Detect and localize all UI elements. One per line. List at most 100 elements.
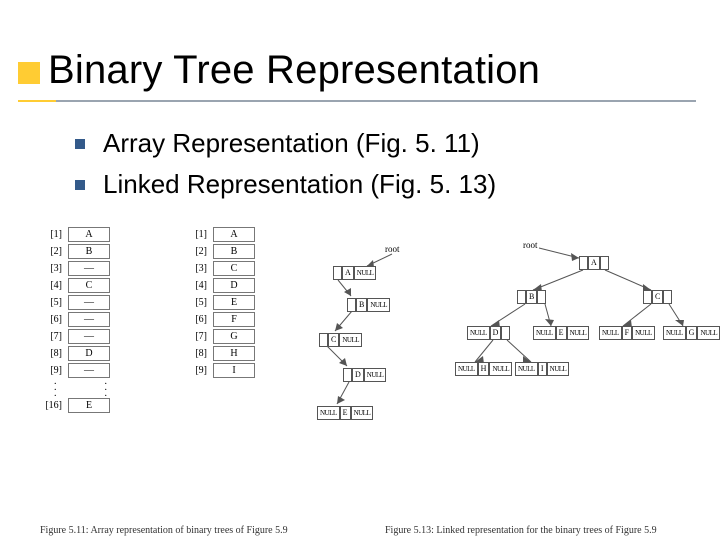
node-right-null: NULL [364, 368, 387, 382]
node-left-null: NULL [467, 326, 490, 340]
array-index: [9] [40, 365, 68, 376]
linked-node: C [643, 290, 672, 304]
array-cell: B [68, 244, 110, 259]
array-index: [3] [185, 263, 213, 274]
array-row: [3]— [40, 260, 110, 277]
bullet-item: Linked Representation (Fig. 5. 13) [75, 169, 496, 200]
title-accent [18, 62, 40, 84]
slide-title: Binary Tree Representation [48, 48, 540, 93]
node-left-null: NULL [533, 326, 556, 340]
linked-node: NULL I NULL [515, 362, 569, 376]
array-row: [7]— [40, 328, 110, 345]
node-left-ptr [343, 368, 352, 382]
node-value: E [556, 326, 567, 340]
node-left-ptr [579, 256, 588, 270]
node-right-null: NULL [351, 406, 374, 420]
node-right-ptr [600, 256, 609, 270]
node-right-null: NULL [339, 333, 362, 347]
node-value: G [686, 326, 698, 340]
node-left-ptr [643, 290, 652, 304]
array-row: [9]— [40, 362, 110, 379]
node-left-ptr [333, 266, 342, 280]
array-row: [4]D [185, 277, 255, 294]
node-left-null: NULL [455, 362, 478, 376]
title-underline [18, 100, 696, 102]
node-left-ptr [347, 298, 356, 312]
node-left-null: NULL [515, 362, 538, 376]
array-row: [7]G [185, 328, 255, 345]
array-index: [16] [40, 400, 68, 411]
array-ellipsis: ... [57, 379, 108, 397]
array-index: [6] [185, 314, 213, 325]
array-row: [16]E [40, 397, 110, 414]
node-right-null: NULL [367, 298, 390, 312]
linked-node: NULL D [467, 326, 510, 340]
node-value: A [588, 256, 600, 270]
node-value: D [490, 326, 502, 340]
array-row: [5]— [40, 294, 110, 311]
bullet-text: Array Representation (Fig. 5. 11) [103, 128, 480, 159]
node-right-ptr [537, 290, 546, 304]
array-index: [2] [185, 246, 213, 257]
array-index: [1] [185, 229, 213, 240]
figure-caption-right: Figure 5.13: Linked representation for t… [385, 525, 657, 536]
linked-node: NULL E NULL [533, 326, 589, 340]
node-value: H [478, 362, 490, 376]
array-cell: H [213, 346, 255, 361]
array-row: [8]H [185, 345, 255, 362]
linked-node: C NULL [319, 333, 362, 347]
linked-node: B NULL [347, 298, 390, 312]
node-value: B [356, 298, 367, 312]
array-cell: B [213, 244, 255, 259]
array-cell: A [68, 227, 110, 242]
array-cell: — [68, 363, 110, 378]
node-value: F [622, 326, 632, 340]
node-right-null: NULL [354, 266, 377, 280]
array-cell: — [68, 312, 110, 327]
node-left-null: NULL [599, 326, 622, 340]
array-index: [1] [40, 229, 68, 240]
node-right-null: NULL [697, 326, 720, 340]
array-index: [5] [40, 297, 68, 308]
array-index: [9] [185, 365, 213, 376]
node-value: B [526, 290, 537, 304]
array-cell: I [213, 363, 255, 378]
node-right-ptr [663, 290, 672, 304]
node-value: C [328, 333, 339, 347]
linked-node: D NULL [343, 368, 386, 382]
array-ellipsis: ... [40, 379, 57, 397]
array-cell: — [68, 329, 110, 344]
array-cell: — [68, 295, 110, 310]
array-row: [9]I [185, 362, 255, 379]
array-row: [6]F [185, 311, 255, 328]
bullet-icon [75, 180, 85, 190]
array-cell: F [213, 312, 255, 327]
bullet-list: Array Representation (Fig. 5. 11) Linked… [75, 128, 496, 210]
array-row: [5]E [185, 294, 255, 311]
array-row: [1]A [40, 226, 110, 243]
bullet-item: Array Representation (Fig. 5. 11) [75, 128, 496, 159]
array-row: [3]C [185, 260, 255, 277]
array-cell: G [213, 329, 255, 344]
array-cell: D [68, 346, 110, 361]
node-left-null: NULL [663, 326, 686, 340]
node-right-null: NULL [632, 326, 655, 340]
figure-caption-left: Figure 5.11: Array representation of bin… [40, 525, 288, 536]
array-row: [6]— [40, 311, 110, 328]
node-value: A [342, 266, 354, 280]
node-right-null: NULL [567, 326, 590, 340]
linked-node: NULL F NULL [599, 326, 655, 340]
node-left-null: NULL [317, 406, 340, 420]
linked-node: NULL G NULL [663, 326, 720, 340]
node-value: C [652, 290, 663, 304]
node-left-ptr [517, 290, 526, 304]
array-cell: E [213, 295, 255, 310]
array-index: [2] [40, 246, 68, 257]
array-row: [4]C [40, 277, 110, 294]
linked-node: A [579, 256, 609, 270]
linked-node: A NULL [333, 266, 376, 280]
array-index: [7] [40, 331, 68, 342]
linked-node: NULL H NULL [455, 362, 512, 376]
bullet-text: Linked Representation (Fig. 5. 13) [103, 169, 496, 200]
array-index: [6] [40, 314, 68, 325]
